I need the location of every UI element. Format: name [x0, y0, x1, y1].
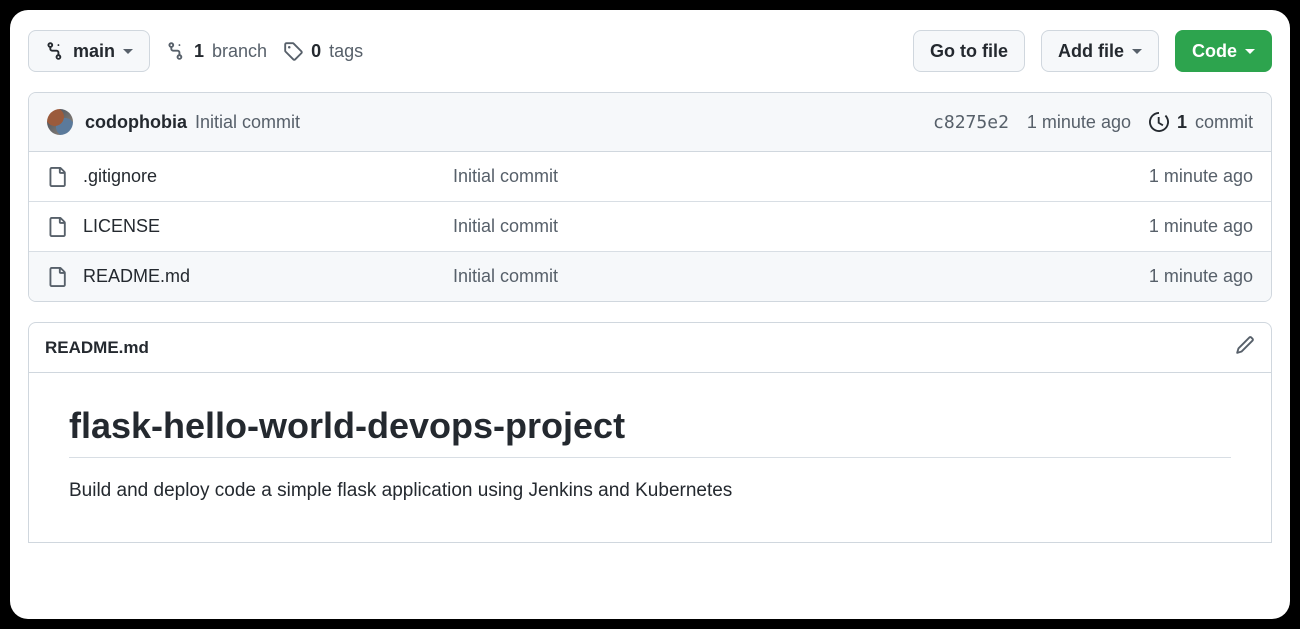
table-row: LICENSE Initial commit 1 minute ago: [29, 202, 1271, 252]
tag-count-word: tags: [329, 41, 363, 62]
branch-count: 1: [194, 41, 204, 62]
go-to-file-button[interactable]: Go to file: [913, 30, 1025, 72]
branch-picker-button[interactable]: main: [28, 30, 150, 72]
file-age: 1 minute ago: [1053, 266, 1253, 287]
readme-box: README.md flask-hello-world-devops-proje…: [28, 322, 1272, 543]
history-icon: [1149, 112, 1169, 132]
caret-down-icon: [1245, 49, 1255, 54]
add-file-label: Add file: [1058, 41, 1124, 62]
code-label: Code: [1192, 41, 1237, 62]
branches-link[interactable]: 1 branch: [166, 41, 267, 62]
file-link[interactable]: README.md: [83, 266, 453, 287]
tag-count: 0: [311, 41, 321, 62]
file-listing: codophobia Initial commit c8275e2 1 minu…: [28, 92, 1272, 302]
caret-down-icon: [1132, 49, 1142, 54]
file-commit-message[interactable]: Initial commit: [453, 216, 1053, 237]
commits-history-link[interactable]: 1 commit: [1149, 112, 1253, 133]
commit-meta: c8275e2 1 minute ago 1 commit: [933, 112, 1253, 133]
commits-count: 1: [1177, 112, 1187, 133]
commit-sha-link[interactable]: c8275e2: [933, 112, 1009, 133]
commit-author-link[interactable]: codophobia: [85, 112, 187, 133]
code-button[interactable]: Code: [1175, 30, 1272, 72]
repo-view: main 1 branch 0 tags Go to file Add file…: [10, 10, 1290, 619]
readme-description: Build and deploy code a simple flask app…: [69, 480, 1231, 502]
file-age: 1 minute ago: [1053, 216, 1253, 237]
readme-title: flask-hello-world-devops-project: [69, 405, 1231, 447]
table-row: .gitignore Initial commit 1 minute ago: [29, 152, 1271, 202]
go-to-file-label: Go to file: [930, 41, 1008, 62]
git-branch-icon: [45, 41, 65, 61]
file-icon: [47, 167, 67, 187]
file-commit-message[interactable]: Initial commit: [453, 266, 1053, 287]
commit-message-link[interactable]: Initial commit: [195, 112, 300, 133]
branch-count-word: branch: [212, 41, 267, 62]
commit-age: 1 minute ago: [1027, 112, 1131, 133]
divider: [69, 457, 1231, 458]
edit-readme-button[interactable]: [1235, 335, 1255, 360]
add-file-button[interactable]: Add file: [1041, 30, 1159, 72]
tag-icon: [283, 41, 303, 61]
file-icon: [47, 267, 67, 287]
file-age: 1 minute ago: [1053, 166, 1253, 187]
readme-body: flask-hello-world-devops-project Build a…: [29, 373, 1271, 542]
avatar[interactable]: [47, 109, 73, 135]
file-icon: [47, 217, 67, 237]
latest-commit-bar: codophobia Initial commit c8275e2 1 minu…: [29, 93, 1271, 152]
readme-header: README.md: [29, 323, 1271, 373]
commits-word: commit: [1195, 112, 1253, 133]
git-branch-icon: [166, 41, 186, 61]
caret-down-icon: [123, 49, 133, 54]
tags-link[interactable]: 0 tags: [283, 41, 363, 62]
file-commit-message[interactable]: Initial commit: [453, 166, 1053, 187]
file-link[interactable]: .gitignore: [83, 166, 453, 187]
file-link[interactable]: LICENSE: [83, 216, 453, 237]
branch-picker-label: main: [73, 41, 115, 62]
pencil-icon: [1235, 335, 1255, 355]
table-row: README.md Initial commit 1 minute ago: [29, 252, 1271, 301]
repo-toolbar: main 1 branch 0 tags Go to file Add file…: [28, 30, 1272, 72]
readme-filename[interactable]: README.md: [45, 338, 149, 358]
